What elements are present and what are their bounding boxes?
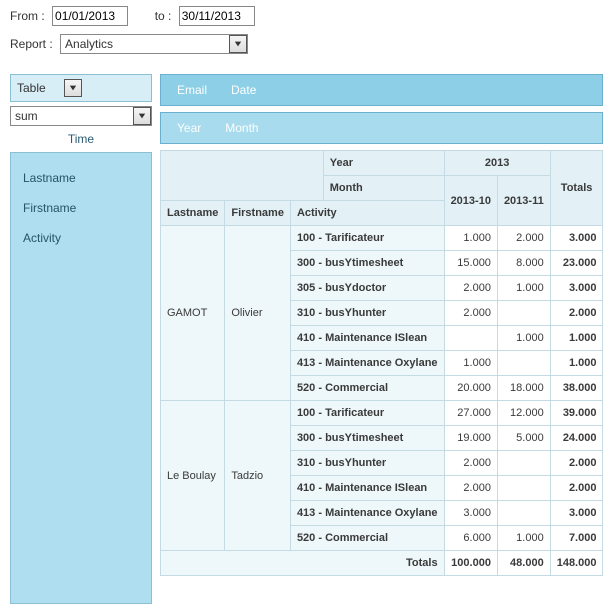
cell-activity: 300 - busYtimesheet xyxy=(290,251,444,276)
cell-row-total: 3.000 xyxy=(550,226,603,251)
field-item[interactable]: Lastname xyxy=(19,163,143,193)
cell-value xyxy=(497,501,550,526)
cell-value xyxy=(497,451,550,476)
cell-value: 2.000 xyxy=(497,226,550,251)
cell-lastname: Le Boulay xyxy=(161,401,225,551)
cell-activity: 413 - Maintenance Oxylane xyxy=(290,501,444,526)
table-row: GAMOTOlivier100 - Tarificateur1.0002.000… xyxy=(161,226,603,251)
row-header: Lastname xyxy=(161,201,225,226)
to-date-input[interactable] xyxy=(179,6,255,26)
cell-row-total: 24.000 xyxy=(550,426,603,451)
cell-value: 18.000 xyxy=(497,376,550,401)
table-label: Table xyxy=(17,81,46,95)
cell-value: 20.000 xyxy=(444,376,497,401)
cell-activity: 100 - Tarificateur xyxy=(290,226,444,251)
cell-activity: 520 - Commercial xyxy=(290,526,444,551)
cell-value: 15.000 xyxy=(444,251,497,276)
aggregate-value: sum xyxy=(11,108,133,124)
cell-value xyxy=(497,351,550,376)
cell-row-total: 39.000 xyxy=(550,401,603,426)
report-label: Report : xyxy=(10,37,53,51)
col-group-value: 2013 xyxy=(444,151,550,176)
cell-value: 12.000 xyxy=(497,401,550,426)
table-row: Le BoulayTadzio100 - Tarificateur27.0001… xyxy=(161,401,603,426)
cell-value: 1.000 xyxy=(444,351,497,376)
row-dropzone[interactable]: Year Month xyxy=(160,112,603,144)
cell-row-total: 3.000 xyxy=(550,501,603,526)
cell-firstname: Tadzio xyxy=(225,401,291,551)
cell-value: 2.000 xyxy=(444,451,497,476)
grand-total: 148.000 xyxy=(550,551,603,576)
fields-list: Lastname Firstname Activity xyxy=(10,152,152,604)
grand-total-col: 100.000 xyxy=(444,551,497,576)
field-item[interactable]: Firstname xyxy=(19,193,143,223)
dropdown-icon[interactable] xyxy=(229,35,247,53)
grand-total-col: 48.000 xyxy=(497,551,550,576)
cell-row-total: 7.000 xyxy=(550,526,603,551)
subcol: 2013-10 xyxy=(444,176,497,226)
cell-value xyxy=(497,301,550,326)
report-select[interactable]: Analytics xyxy=(60,34,248,54)
cell-value: 27.000 xyxy=(444,401,497,426)
table-dropdown[interactable] xyxy=(64,79,82,97)
cell-row-total: 1.000 xyxy=(550,326,603,351)
row-header: Firstname xyxy=(225,201,291,226)
cell-row-total: 23.000 xyxy=(550,251,603,276)
cell-activity: 413 - Maintenance Oxylane xyxy=(290,351,444,376)
cell-row-total: 2.000 xyxy=(550,301,603,326)
zone-chip[interactable]: Month xyxy=(225,121,258,135)
row-header: Activity xyxy=(290,201,444,226)
cell-activity: 300 - busYtimesheet xyxy=(290,426,444,451)
dropdown-icon[interactable] xyxy=(133,107,151,125)
cell-firstname: Olivier xyxy=(225,226,291,401)
zone-chip[interactable]: Date xyxy=(231,83,256,97)
cell-value: 6.000 xyxy=(444,526,497,551)
cell-lastname: GAMOT xyxy=(161,226,225,401)
cell-activity: 310 - busYhunter xyxy=(290,451,444,476)
time-label: Time xyxy=(10,126,152,152)
cell-row-total: 38.000 xyxy=(550,376,603,401)
pivot-table: Year 2013 Totals Month 2013-10 2013-11 L… xyxy=(160,150,603,576)
cell-activity: 100 - Tarificateur xyxy=(290,401,444,426)
cell-activity: 410 - Maintenance ISlean xyxy=(290,476,444,501)
from-label: From : xyxy=(10,9,45,23)
cell-row-total: 2.000 xyxy=(550,476,603,501)
cell-activity: 305 - busYdoctor xyxy=(290,276,444,301)
zone-chip[interactable]: Year xyxy=(177,121,201,135)
cell-value: 5.000 xyxy=(497,426,550,451)
sub-label: Month xyxy=(323,176,444,201)
cell-value: 2.000 xyxy=(444,276,497,301)
column-dropzone[interactable]: Email Date xyxy=(160,74,603,106)
cell-value: 19.000 xyxy=(444,426,497,451)
cell-activity: 410 - Maintenance ISlean xyxy=(290,326,444,351)
totals-row: Totals100.00048.000148.000 xyxy=(161,551,603,576)
cell-value: 1.000 xyxy=(497,526,550,551)
totals-label: Totals xyxy=(161,551,445,576)
col-group-label: Year xyxy=(323,151,444,176)
subcol: 2013-11 xyxy=(497,176,550,226)
to-label: to : xyxy=(155,9,172,23)
cell-activity: 310 - busYhunter xyxy=(290,301,444,326)
cell-row-total: 2.000 xyxy=(550,451,603,476)
report-select-value: Analytics xyxy=(61,36,229,52)
from-date-input[interactable] xyxy=(52,6,128,26)
cell-value: 8.000 xyxy=(497,251,550,276)
cell-value xyxy=(497,476,550,501)
cell-value: 1.000 xyxy=(497,326,550,351)
cell-value xyxy=(444,326,497,351)
cell-value: 1.000 xyxy=(444,226,497,251)
cell-value: 2.000 xyxy=(444,476,497,501)
zone-chip[interactable]: Email xyxy=(177,83,207,97)
cell-row-total: 3.000 xyxy=(550,276,603,301)
cell-value: 3.000 xyxy=(444,501,497,526)
cell-value: 2.000 xyxy=(444,301,497,326)
field-item[interactable]: Activity xyxy=(19,223,143,253)
totals-header: Totals xyxy=(550,151,603,226)
cell-value: 1.000 xyxy=(497,276,550,301)
cell-activity: 520 - Commercial xyxy=(290,376,444,401)
cell-row-total: 1.000 xyxy=(550,351,603,376)
aggregate-select[interactable]: sum xyxy=(10,106,152,126)
